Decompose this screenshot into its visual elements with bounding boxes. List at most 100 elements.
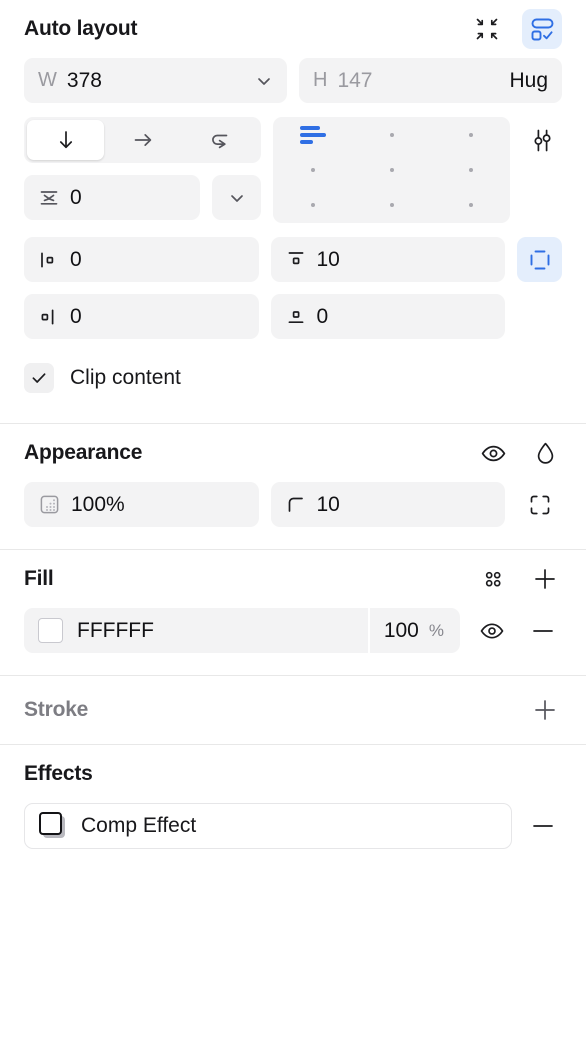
- fill-visibility-eye-icon[interactable]: [472, 608, 512, 653]
- padding-top-value: 10: [316, 247, 340, 271]
- height-label: H: [313, 69, 328, 91]
- gap-value: 0: [70, 185, 82, 209]
- section-title-appearance: Appearance: [24, 441, 143, 464]
- alignment-grid[interactable]: [273, 117, 510, 223]
- stroke-header-actions: [528, 693, 562, 727]
- direction-option-horizontal[interactable]: [104, 120, 181, 160]
- align-dot: [468, 167, 473, 172]
- padding-right-icon: [38, 306, 60, 328]
- fill-section: Fill FFFFFF 100 %: [0, 550, 586, 675]
- padding-right-field[interactable]: 0: [24, 294, 259, 339]
- stroke-header: Stroke: [24, 676, 562, 744]
- padding-row-2-spacer: [517, 294, 562, 339]
- four-dots-icon[interactable]: [476, 562, 510, 596]
- fill-opacity-input[interactable]: 100 %: [367, 608, 460, 653]
- corner-radius-field[interactable]: 10: [270, 482, 505, 527]
- align-dot: [389, 203, 394, 208]
- width-field[interactable]: W 378: [24, 58, 287, 103]
- minus-icon: [533, 629, 553, 632]
- height-field[interactable]: H 147 Hug: [299, 58, 562, 103]
- gap-dropdown-button[interactable]: [212, 175, 261, 220]
- corner-radius-icon: [285, 494, 307, 516]
- align-cell-bottom-left[interactable]: [295, 190, 331, 220]
- fill-color-row[interactable]: FFFFFF 100 %: [24, 608, 460, 653]
- align-cell-middle-left[interactable]: [295, 155, 331, 185]
- appearance-header-actions: [476, 436, 562, 470]
- padding-top-field[interactable]: 10: [270, 237, 505, 282]
- effect-row[interactable]: Comp Effect: [24, 803, 512, 849]
- align-dot: [310, 203, 315, 208]
- align-dot: [468, 203, 473, 208]
- independent-corners-icon[interactable]: [517, 482, 562, 527]
- effects-section: Effects Comp Effect: [0, 745, 586, 849]
- opacity-icon: [38, 493, 61, 516]
- opacity-value: 100%: [71, 492, 125, 516]
- align-dot: [310, 167, 315, 172]
- align-dot: [389, 167, 394, 172]
- padding-bottom-value: 0: [316, 304, 329, 328]
- padding-bottom-field[interactable]: 0: [270, 294, 505, 339]
- auto-layout-header-actions: [470, 9, 562, 49]
- effect-label: Comp Effect: [81, 814, 197, 837]
- padding-row-1: 0 10: [24, 237, 562, 282]
- align-cell-top-right[interactable]: [453, 120, 489, 150]
- width-label: W: [38, 69, 57, 91]
- padding-top-icon: [285, 249, 307, 271]
- align-dot: [468, 132, 473, 137]
- padding-right-value: 0: [70, 304, 82, 328]
- align-cell-bottom-right[interactable]: [453, 190, 489, 220]
- height-mode[interactable]: Hug: [509, 69, 548, 93]
- corner-radius-value: 10: [316, 492, 340, 516]
- padding-row-2: 0 0: [24, 294, 562, 339]
- appearance-header: Appearance: [24, 424, 562, 482]
- plus-icon: [535, 569, 555, 589]
- auto-layout-toggle-icon[interactable]: [522, 9, 562, 49]
- remove-effect-button[interactable]: [524, 804, 562, 849]
- fill-header-actions: [476, 562, 562, 596]
- clip-content-row[interactable]: Clip content: [24, 355, 562, 401]
- fill-hex-value: FFFFFF: [77, 618, 154, 642]
- section-title-auto-layout: Auto layout: [24, 17, 138, 40]
- padding-bottom-icon: [285, 306, 307, 328]
- sliders-icon[interactable]: [522, 117, 562, 163]
- direction-alignment-row: 0: [24, 117, 562, 223]
- height-value: 147: [337, 68, 373, 92]
- align-cell-top-left[interactable]: [295, 120, 331, 150]
- gap-icon: [38, 187, 60, 209]
- padding-left-value: 0: [70, 247, 82, 271]
- chevron-down-icon[interactable]: [255, 72, 273, 90]
- align-dot: [389, 132, 394, 137]
- align-cell-top-center[interactable]: [374, 120, 410, 150]
- eye-icon[interactable]: [476, 436, 510, 470]
- drop-shadow-icon: [39, 812, 67, 840]
- appearance-section: Appearance 100% 10: [0, 424, 586, 549]
- add-stroke-button[interactable]: [528, 693, 562, 727]
- align-cell-middle-center[interactable]: [374, 155, 410, 185]
- minus-icon: [533, 825, 553, 827]
- droplet-icon[interactable]: [528, 436, 562, 470]
- direction-option-wrap[interactable]: [181, 120, 258, 160]
- effect-item-row: Comp Effect: [24, 803, 562, 849]
- individual-padding-icon[interactable]: [517, 237, 562, 282]
- properties-panel: Auto layout W 378 H 147 Hug 0 0 10 0 0 C…: [0, 0, 586, 1052]
- fill-item-row: FFFFFF 100 %: [24, 608, 562, 653]
- add-fill-button[interactable]: [528, 562, 562, 596]
- remove-fill-button[interactable]: [524, 608, 562, 653]
- clip-content-checkbox[interactable]: [24, 363, 54, 393]
- direction-option-vertical[interactable]: [27, 120, 104, 160]
- padding-left-field[interactable]: 0: [24, 237, 259, 282]
- effects-header: Effects: [24, 745, 562, 803]
- gap-field[interactable]: 0: [24, 175, 200, 220]
- fill-opacity-unit: %: [428, 620, 444, 640]
- direction-segmented-control[interactable]: [24, 117, 261, 163]
- fill-color-input[interactable]: FFFFFF: [24, 618, 368, 643]
- align-cell-bottom-center[interactable]: [374, 190, 410, 220]
- auto-layout-section: Auto layout W 378 H 147 Hug 0 0 10 0 0 C…: [0, 0, 586, 423]
- align-cell-middle-right[interactable]: [453, 155, 489, 185]
- fill-header: Fill: [24, 550, 562, 608]
- collapse-arrows-icon[interactable]: [470, 12, 504, 46]
- color-swatch[interactable]: [38, 618, 63, 643]
- clip-content-label: Clip content: [70, 366, 181, 389]
- opacity-field[interactable]: 100%: [24, 482, 259, 527]
- auto-layout-header: Auto layout: [24, 0, 562, 58]
